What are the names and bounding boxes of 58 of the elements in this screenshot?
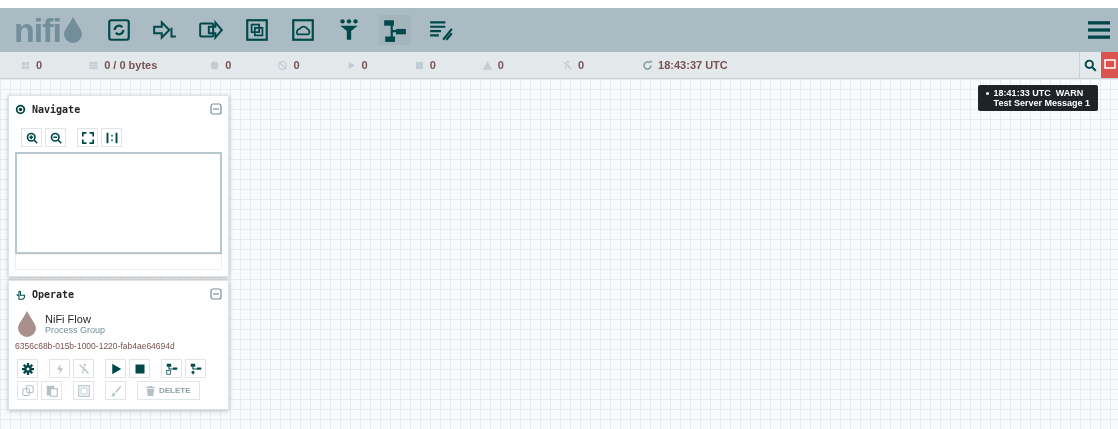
compass-icon (15, 103, 26, 115)
zoom-in-icon (25, 131, 38, 144)
fit-button[interactable] (77, 128, 98, 147)
status-value: 18:43:37 UTC (658, 59, 728, 71)
hand-icon (15, 288, 26, 300)
invalid-icon (481, 59, 493, 71)
logo-text: nifi (14, 10, 61, 50)
copy-icon (21, 384, 34, 397)
gear-button[interactable] (17, 359, 38, 378)
disabled-icon (561, 59, 573, 71)
status-value: 0 (36, 59, 43, 71)
status-value: 0 (361, 59, 368, 71)
component-name: NiFi Flow (45, 313, 92, 325)
collapse-icon[interactable] (210, 103, 222, 115)
template-upload-button[interactable] (185, 359, 206, 378)
start-icon (109, 362, 122, 375)
menu-icon[interactable] (1088, 20, 1110, 40)
color-icon (109, 384, 122, 397)
actual-button[interactable] (101, 128, 122, 147)
bulletin-icon (1103, 59, 1116, 71)
status-value: 0 (497, 59, 504, 71)
status-value: 0 (577, 59, 585, 71)
bulletin-header: 18:41:33 UTC WARN (993, 88, 1085, 98)
bulletin-message: Test Server Message 1 (993, 98, 1090, 108)
zoom-in-button[interactable] (21, 128, 42, 147)
template-create-icon (165, 362, 178, 375)
disable-icon (77, 362, 90, 375)
stop-button[interactable] (129, 359, 150, 378)
stop-icon (133, 362, 146, 375)
template-icon[interactable] (379, 15, 411, 45)
queue-icon (88, 59, 100, 71)
component-id: 6356c68b-015b-1000-1220-fab4ae64694d (15, 341, 176, 351)
group-icon (77, 384, 90, 397)
component-type: Process Group (45, 325, 106, 335)
start-button[interactable] (105, 359, 126, 378)
drop-icon (17, 311, 37, 337)
status-value: 0 / 0 bytes (104, 59, 158, 71)
status-value: 0 (429, 59, 436, 71)
nodes-icon (20, 59, 31, 71)
actual-icon (105, 131, 118, 144)
zoom-out-button[interactable] (45, 128, 66, 147)
gear-icon (21, 362, 34, 375)
refresh-icon (642, 59, 654, 71)
collapse-icon[interactable] (210, 288, 222, 300)
panel-title: Operate (32, 288, 75, 300)
drop-icon (63, 17, 83, 43)
template-upload-icon (189, 362, 202, 375)
trash-icon (146, 385, 155, 396)
status-value: 0 (293, 59, 300, 71)
status-value: 0 (225, 59, 232, 71)
zoom-out-icon (49, 131, 62, 144)
not-transmitting-icon (277, 59, 289, 71)
panel-title: Navigate (32, 103, 81, 115)
transmitting-icon (209, 59, 221, 71)
paste-icon (45, 384, 58, 397)
fit-icon (81, 131, 94, 144)
stopped-icon (413, 59, 425, 71)
template-create-button[interactable] (161, 359, 182, 378)
